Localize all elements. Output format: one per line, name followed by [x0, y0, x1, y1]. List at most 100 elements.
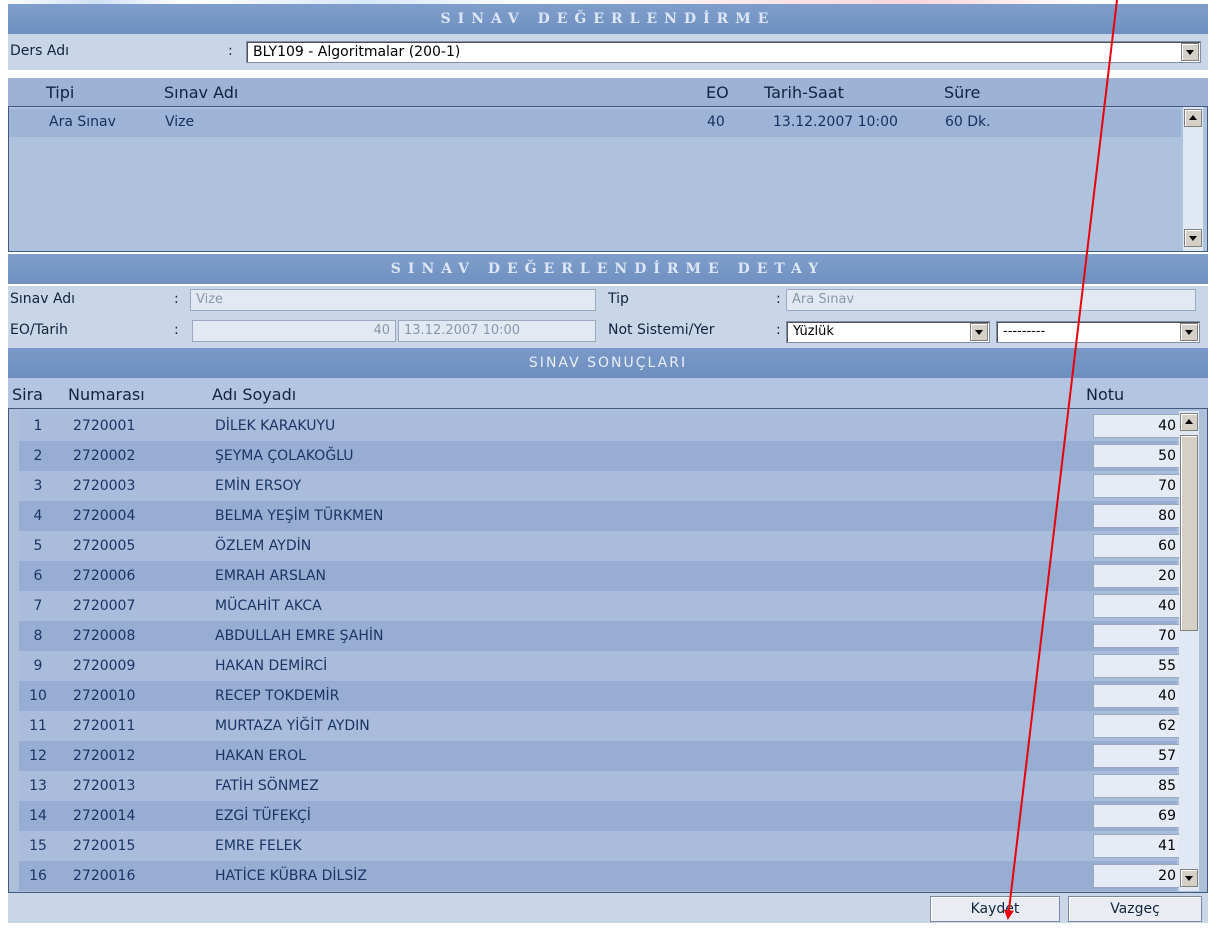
grade-input[interactable]: 41	[1093, 834, 1181, 858]
exam-row-duration: 60 Dk.	[945, 114, 991, 130]
grade-input[interactable]: 60	[1093, 534, 1181, 558]
eo-date-colon: :	[174, 322, 179, 338]
type-label: Tip	[608, 291, 629, 307]
exam-evaluation-window: SINAV DEĞERLENDİRME Ders Adı : BLY109 - …	[0, 0, 1217, 931]
table-row[interactable]: 10 2720010 RECEP TOKDEMİR 40	[19, 681, 1181, 711]
grade-input[interactable]: 40	[1093, 684, 1181, 708]
scroll-down-icon[interactable]	[1180, 869, 1198, 887]
exam-header-name: Sınav Adı	[164, 83, 239, 102]
results-header-name: Adı Soyadı	[212, 385, 297, 404]
grade-input[interactable]: 69	[1093, 804, 1181, 828]
main-title: SINAV DEĞERLENDİRME	[8, 4, 1208, 34]
row-sira: 10	[29, 688, 47, 704]
save-button[interactable]: Kaydet	[930, 896, 1060, 922]
row-student-number: 2720002	[73, 448, 136, 464]
course-label: Ders Adı	[10, 43, 70, 59]
row-student-number: 2720016	[73, 868, 136, 884]
row-student-number: 2720012	[73, 748, 136, 764]
table-row[interactable]: 9 2720009 HAKAN DEMİRCİ 55	[19, 651, 1181, 681]
row-sira: 4	[33, 508, 43, 524]
row-sira: 16	[29, 868, 47, 884]
chevron-down-icon[interactable]	[970, 323, 988, 341]
grade-input[interactable]: 20	[1093, 564, 1181, 588]
exam-row-name: Vize	[165, 114, 195, 130]
results-header-grade: Notu	[1086, 385, 1125, 404]
table-row[interactable]: 16 2720016 HATİCE KÜBRA DİLSİZ 20	[19, 861, 1181, 891]
grade-input[interactable]: 85	[1093, 774, 1181, 798]
date-field[interactable]: 13.12.2007 10:00	[398, 320, 596, 342]
grade-input[interactable]: 40	[1093, 594, 1181, 618]
row-student-name: HAKAN EROL	[215, 748, 306, 764]
exam-row[interactable]: Ara Sınav Vize 40 13.12.2007 10:00 60 Dk…	[9, 109, 1181, 137]
grading-select[interactable]: Yüzlük	[786, 321, 990, 343]
chevron-down-icon[interactable]	[1181, 43, 1199, 61]
eo-field[interactable]: 40	[192, 320, 396, 342]
row-sira: 7	[33, 598, 43, 614]
chevron-down-icon[interactable]	[1180, 323, 1198, 341]
type-field[interactable]: Ara Sınav	[786, 289, 1196, 311]
grade-input[interactable]: 55	[1093, 654, 1181, 678]
table-row[interactable]: 13 2720013 FATİH SÖNMEZ 85	[19, 771, 1181, 801]
grade-input[interactable]: 70	[1093, 474, 1181, 498]
table-row[interactable]: 2 2720002 ŞEYMA ÇOLAKOĞLU 50	[19, 441, 1181, 471]
row-student-name: ŞEYMA ÇOLAKOĞLU	[215, 448, 354, 464]
row-sira: 14	[29, 808, 47, 824]
row-student-number: 2720015	[73, 838, 136, 854]
exam-name-label: Sınav Adı	[10, 291, 76, 307]
grade-input[interactable]: 40	[1093, 414, 1181, 438]
row-student-name: ABDULLAH EMRE ŞAHİN	[215, 628, 384, 644]
grade-input[interactable]: 80	[1093, 504, 1181, 528]
results-header: Sira Numarası Adı Soyadı Notu	[8, 378, 1208, 408]
table-row[interactable]: 4 2720004 BELMA YEŞİM TÜRKMEN 80	[19, 501, 1181, 531]
place-select-value: ---------	[1003, 324, 1046, 339]
table-row[interactable]: 12 2720012 HAKAN EROL 57	[19, 741, 1181, 771]
row-sira: 12	[29, 748, 47, 764]
row-student-name: EMRE FELEK	[215, 838, 302, 854]
exam-header-eo: EO	[706, 83, 729, 102]
grading-select-value: Yüzlük	[793, 324, 834, 339]
table-row[interactable]: 14 2720014 EZGİ TÜFEKÇİ 69	[19, 801, 1181, 831]
table-row[interactable]: 3 2720003 EMİN ERSOY 70	[19, 471, 1181, 501]
row-student-name: HAKAN DEMİRCİ	[215, 658, 328, 674]
scroll-up-icon[interactable]	[1180, 413, 1198, 431]
row-sira: 1	[33, 418, 43, 434]
cancel-button[interactable]: Vazgeç	[1068, 896, 1202, 922]
grade-input[interactable]: 62	[1093, 714, 1181, 738]
results-scrollbar[interactable]	[1179, 411, 1199, 891]
footer-bar: Kaydet Vazgeç	[8, 893, 1208, 923]
row-sira: 5	[33, 538, 43, 554]
row-student-name: EMRAH ARSLAN	[215, 568, 327, 584]
table-row[interactable]: 8 2720008 ABDULLAH EMRE ŞAHİN 70	[19, 621, 1181, 651]
scroll-down-icon[interactable]	[1184, 229, 1202, 247]
row-student-number: 2720003	[73, 478, 136, 494]
course-select[interactable]: BLY109 - Algoritmalar (200-1)	[246, 41, 1201, 63]
grade-input[interactable]: 70	[1093, 624, 1181, 648]
grade-input[interactable]: 57	[1093, 744, 1181, 768]
scroll-up-icon[interactable]	[1184, 109, 1202, 127]
row-student-name: BELMA YEŞİM TÜRKMEN	[215, 508, 384, 524]
detail-title: SINAV DEĞERLENDİRME DETAY	[8, 254, 1208, 284]
grading-colon: :	[776, 322, 781, 338]
course-select-value: BLY109 - Algoritmalar (200-1)	[253, 44, 461, 60]
row-student-name: ÖZLEM AYDİN	[215, 538, 312, 554]
grade-input[interactable]: 20	[1093, 864, 1181, 888]
row-sira: 13	[29, 778, 47, 794]
place-select[interactable]: ---------	[996, 321, 1200, 343]
table-row[interactable]: 5 2720005 ÖZLEM AYDİN 60	[19, 531, 1181, 561]
row-student-name: MURTAZA YİĞİT AYDIN	[215, 718, 370, 734]
grade-input[interactable]: 50	[1093, 444, 1181, 468]
row-sira: 6	[33, 568, 43, 584]
row-sira: 2	[33, 448, 43, 464]
table-row[interactable]: 15 2720015 EMRE FELEK 41	[19, 831, 1181, 861]
row-sira: 11	[29, 718, 47, 734]
results-header-sira: Sira	[12, 385, 43, 404]
table-row[interactable]: 7 2720007 MÜCAHİT AKCA 40	[19, 591, 1181, 621]
exam-list-scrollbar[interactable]	[1183, 107, 1203, 251]
scrollbar-thumb[interactable]	[1180, 435, 1198, 631]
detail-row-eo: EO/Tarih : 40 13.12.2007 10:00 Not Siste…	[8, 316, 1208, 348]
table-row[interactable]: 6 2720006 EMRAH ARSLAN 20	[19, 561, 1181, 591]
table-row[interactable]: 11 2720011 MURTAZA YİĞİT AYDIN 62	[19, 711, 1181, 741]
table-row[interactable]: 1 2720001 DİLEK KARAKUYU 40	[19, 411, 1181, 441]
row-student-name: HATİCE KÜBRA DİLSİZ	[215, 868, 367, 884]
exam-name-field[interactable]: Vize	[190, 289, 596, 311]
